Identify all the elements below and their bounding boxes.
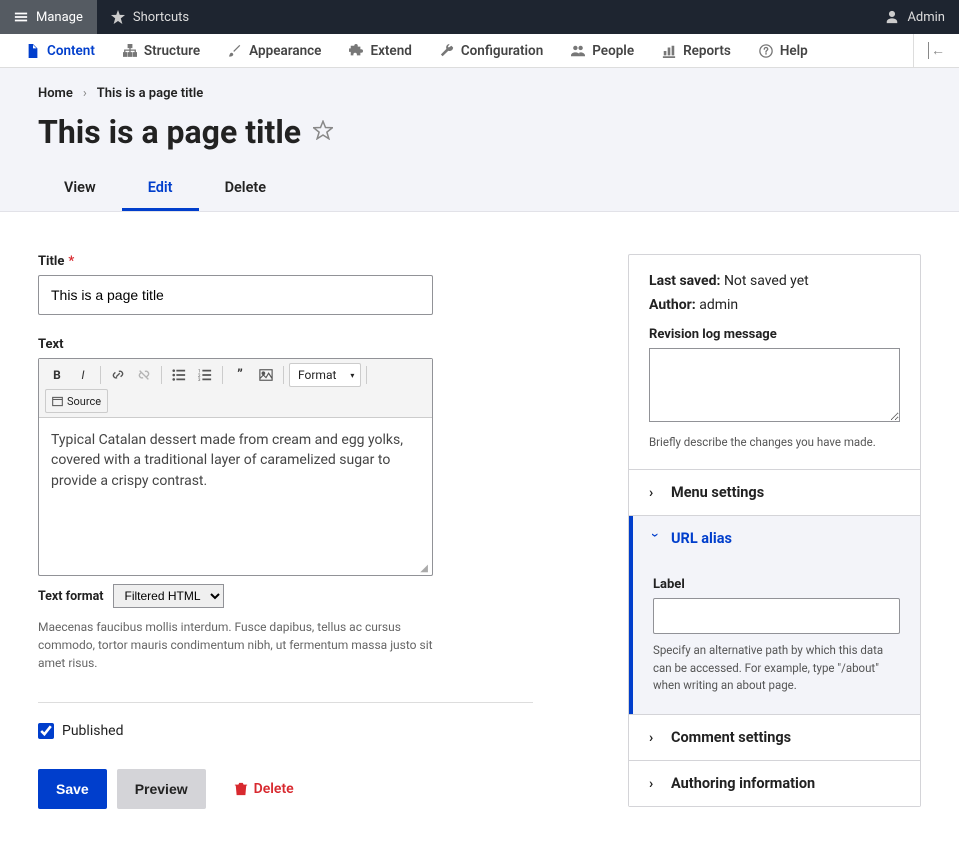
- admin-user-link[interactable]: Admin: [871, 0, 959, 34]
- manage-toggle[interactable]: Manage: [0, 0, 97, 34]
- accordion-menu-settings: › Menu settings: [629, 469, 920, 515]
- format-dropdown[interactable]: Format▾: [289, 363, 361, 387]
- last-saved-label: Last saved:: [649, 273, 720, 289]
- editor-toolbar: B I 123 ” Format▾: [39, 359, 432, 418]
- tab-delete[interactable]: Delete: [199, 169, 293, 211]
- url-alias-description: Specify an alternative path by which thi…: [653, 642, 900, 694]
- breadcrumb: Home › This is a page title: [38, 86, 921, 101]
- save-button[interactable]: Save: [38, 769, 107, 809]
- puzzle-icon: [349, 44, 363, 58]
- numbered-list-button[interactable]: 123: [193, 363, 217, 387]
- tab-edit[interactable]: Edit: [122, 169, 199, 211]
- admin-appearance-link[interactable]: Appearance: [214, 34, 335, 67]
- file-icon: [26, 44, 40, 58]
- revision-log-description: Briefly describe the changes you have ma…: [649, 434, 900, 451]
- resize-handle[interactable]: ◢: [39, 563, 432, 575]
- accordion-header-url-alias[interactable]: › URL alias: [629, 516, 920, 561]
- arrow-left-icon: ←: [928, 42, 945, 59]
- link-button[interactable]: [106, 363, 130, 387]
- form-actions: Save Preview Delete: [38, 769, 568, 809]
- sidebar-column: Last saved: Not saved yet Author: admin …: [628, 254, 921, 807]
- admin-structure-link[interactable]: Structure: [109, 34, 214, 67]
- main-form-column: Title* Text B I 123 ”: [38, 254, 568, 809]
- breadcrumb-current: This is a page title: [97, 86, 203, 101]
- trash-icon: [234, 782, 248, 796]
- admin-extend-link[interactable]: Extend: [335, 34, 425, 67]
- chart-icon: [662, 44, 676, 58]
- chevron-down-icon: ▾: [350, 371, 354, 380]
- blockquote-button[interactable]: ”: [228, 363, 252, 387]
- admin-reports-link[interactable]: Reports: [648, 34, 745, 67]
- bold-button[interactable]: B: [45, 363, 69, 387]
- revision-log-label: Revision log message: [649, 327, 900, 342]
- breadcrumb-home[interactable]: Home: [38, 86, 73, 101]
- title-label: Title*: [38, 254, 568, 269]
- user-icon: [885, 10, 899, 24]
- bullet-list-button[interactable]: [167, 363, 191, 387]
- chevron-right-icon: ›: [647, 533, 663, 545]
- italic-button[interactable]: I: [71, 363, 95, 387]
- svg-text:3: 3: [198, 378, 201, 382]
- published-label[interactable]: Published: [62, 723, 123, 739]
- shortcuts-link[interactable]: Shortcuts: [97, 0, 203, 34]
- required-indicator: *: [68, 254, 74, 269]
- admin-user-label: Admin: [907, 10, 945, 25]
- people-icon: [571, 44, 585, 58]
- source-icon: [52, 396, 63, 407]
- accordion-header-menu[interactable]: › Menu settings: [629, 470, 920, 515]
- structure-icon: [123, 44, 137, 58]
- wrench-icon: [440, 44, 454, 58]
- star-icon: [111, 10, 125, 24]
- chevron-right-icon: ›: [83, 86, 87, 101]
- accordion-url-alias: › URL alias Label Specify an alternative…: [629, 515, 920, 714]
- accordion-header-authoring[interactable]: › Authoring information: [629, 761, 920, 806]
- author-label: Author:: [649, 297, 696, 313]
- accordion-comment-settings: › Comment settings: [629, 714, 920, 760]
- url-alias-input[interactable]: [653, 598, 900, 634]
- top-toolbar: Manage Shortcuts Admin: [0, 0, 959, 34]
- star-outline-icon[interactable]: [313, 120, 333, 144]
- admin-content-link[interactable]: Content: [12, 34, 109, 67]
- text-format-label: Text format: [38, 589, 103, 604]
- admin-help-link[interactable]: Help: [745, 34, 822, 67]
- title-input[interactable]: [38, 275, 433, 315]
- chevron-right-icon: ›: [649, 485, 661, 501]
- manage-label: Manage: [36, 10, 83, 25]
- page-title: This is a page title: [38, 113, 301, 151]
- brush-icon: [228, 44, 242, 58]
- page-header: Home › This is a page title This is a pa…: [0, 68, 959, 212]
- accordion-header-comment[interactable]: › Comment settings: [629, 715, 920, 760]
- chevron-right-icon: ›: [649, 776, 661, 792]
- admin-configuration-link[interactable]: Configuration: [426, 34, 557, 67]
- author-value: admin: [699, 297, 738, 313]
- image-button[interactable]: [254, 363, 278, 387]
- published-checkbox[interactable]: [38, 723, 54, 739]
- text-format-select[interactable]: Filtered HTML: [113, 584, 224, 608]
- text-label: Text: [38, 337, 568, 352]
- editor-textarea[interactable]: Typical Catalan dessert made from cream …: [39, 418, 432, 563]
- shortcuts-label: Shortcuts: [133, 10, 189, 25]
- hamburger-icon: [14, 10, 28, 24]
- admin-people-link[interactable]: People: [557, 34, 648, 67]
- source-button[interactable]: Source: [45, 389, 108, 413]
- text-format-description: Maecenas faucibus mollis interdum. Fusce…: [38, 618, 438, 672]
- divider: [38, 702, 533, 703]
- accordion-authoring-info: › Authoring information: [629, 760, 920, 806]
- sidebar-meta: Last saved: Not saved yet Author: admin …: [629, 255, 920, 469]
- local-tabs: View Edit Delete: [38, 169, 921, 211]
- last-saved-value: Not saved yet: [724, 273, 809, 289]
- delete-link[interactable]: Delete: [234, 781, 294, 797]
- tab-view[interactable]: View: [38, 169, 122, 211]
- toolbar-collapse-button[interactable]: ←: [913, 34, 959, 67]
- chevron-right-icon: ›: [649, 730, 661, 746]
- admin-menu-bar: Content Structure Appearance Extend Conf…: [0, 34, 959, 68]
- url-alias-label: Label: [653, 577, 900, 592]
- wysiwyg-editor: B I 123 ” Format▾: [38, 358, 433, 576]
- help-icon: [759, 44, 773, 58]
- preview-button[interactable]: Preview: [117, 769, 206, 809]
- revision-log-textarea[interactable]: [649, 348, 900, 422]
- unlink-button[interactable]: [132, 363, 156, 387]
